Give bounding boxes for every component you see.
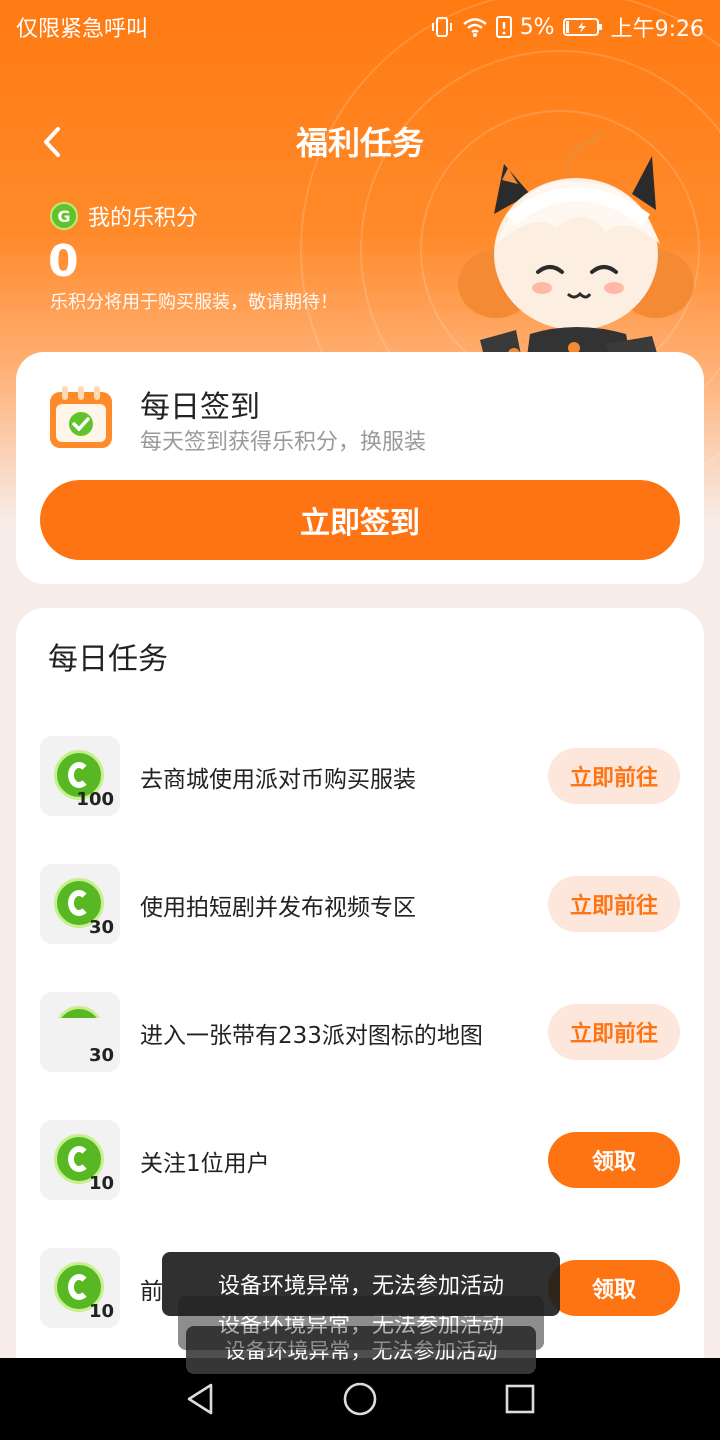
task-row: 10 关注1位用户 领取 <box>40 1120 680 1200</box>
reward-coin-badge: 30 <box>40 864 120 944</box>
points-note: 乐积分将用于购买服装，敬请期待！ <box>50 292 338 313</box>
clock-time: 上午9:26 <box>610 17 704 42</box>
task-row: 100 去商城使用派对币购买服装 立即前往 <box>40 736 680 816</box>
points-label: 我的乐积分 <box>88 206 199 231</box>
checkin-subtitle: 每天签到获得乐积分，换服装 <box>140 430 427 455</box>
wifi-icon <box>462 18 487 37</box>
vibrate-icon <box>431 17 452 37</box>
sim-alert-icon <box>495 16 512 38</box>
daily-checkin-card: 每日签到 每天签到获得乐积分，换服装 立即签到 <box>16 352 704 584</box>
reward-coin-badge: 10 <box>40 1248 120 1328</box>
go-now-button[interactable]: 立即前往 <box>548 1004 680 1060</box>
status-bar: 仅限紧急呼叫 5% 上午9:26 <box>0 0 720 50</box>
task-label: 进入一张带有233派对图标的地图 <box>140 1023 483 1049</box>
nav-back-button[interactable] <box>178 1377 222 1421</box>
triangle-back-icon <box>187 1383 213 1415</box>
points-value: 0 <box>48 236 79 287</box>
task-label: 关注1位用户 <box>140 1151 270 1177</box>
task-row: 30 使用拍短剧并发布视频专区 立即前往 <box>40 864 680 944</box>
emergency-call-text: 仅限紧急呼叫 <box>16 17 149 42</box>
claim-button[interactable]: 领取 <box>548 1132 680 1188</box>
reward-amount: 30 <box>88 917 114 938</box>
reward-amount: 10 <box>88 1301 114 1322</box>
circle-home-icon <box>343 1382 377 1416</box>
task-label: 去商城使用派对币购买服装 <box>140 767 416 793</box>
claim-button[interactable]: 领取 <box>548 1260 680 1316</box>
calendar-check-icon <box>50 386 112 448</box>
battery-charging-icon <box>562 18 602 36</box>
nav-home-button[interactable] <box>338 1377 382 1421</box>
battery-percent: 5% <box>519 14 555 40</box>
reward-amount: 10 <box>88 1173 114 1194</box>
task-row: 30 进入一张带有233派对图标的地图 立即前往 <box>40 992 680 1072</box>
checkin-now-button[interactable]: 立即签到 <box>40 480 680 560</box>
reward-coin-badge: 10 <box>40 1120 120 1200</box>
daily-tasks-title: 每日任务 <box>48 642 168 677</box>
reward-amount: 30 <box>88 1045 114 1066</box>
nav-recents-button[interactable] <box>498 1377 542 1421</box>
toast-message: 设备环境异常，无法参加活动 <box>162 1252 560 1316</box>
reward-amount: 100 <box>76 789 114 810</box>
checkin-title: 每日签到 <box>140 390 260 425</box>
reward-coin-badge: 100 <box>40 736 120 816</box>
task-label: 使用拍短剧并发布视频专区 <box>140 895 416 921</box>
le-points-coin-icon: G <box>50 202 78 230</box>
go-now-button[interactable]: 立即前往 <box>548 876 680 932</box>
reward-coin-badge: 30 <box>40 992 120 1072</box>
square-recents-icon <box>505 1384 535 1414</box>
task-label: 前 <box>140 1279 163 1305</box>
go-now-button[interactable]: 立即前往 <box>548 748 680 804</box>
points-label-row: G 我的乐积分 <box>50 200 198 232</box>
mascot-illustration <box>458 129 694 378</box>
